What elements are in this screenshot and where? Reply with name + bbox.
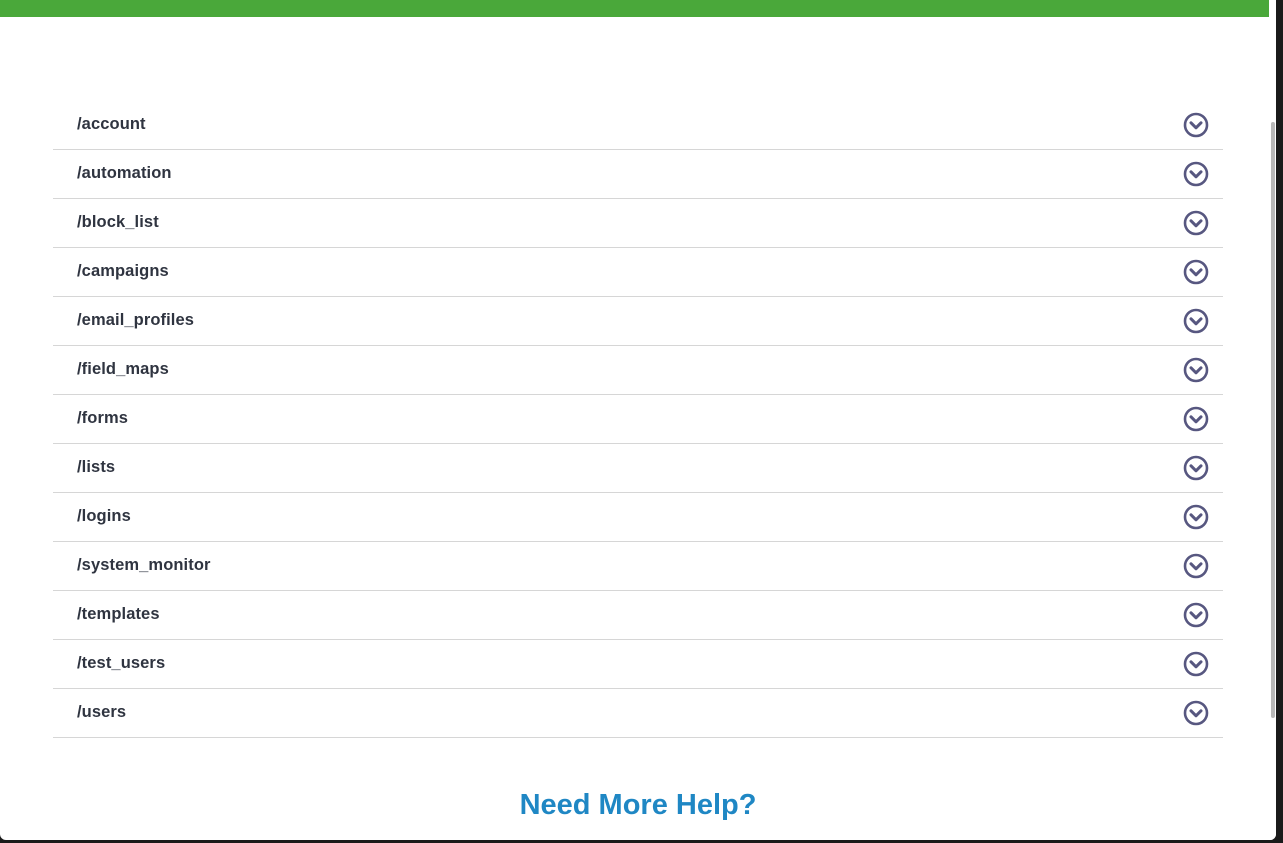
endpoint-label: /forms: [77, 409, 129, 427]
endpoint-label: /templates: [77, 605, 160, 623]
endpoint-row-system-monitor[interactable]: /system_monitor: [53, 542, 1223, 591]
endpoint-row-campaigns[interactable]: /campaigns: [53, 248, 1223, 297]
chevron-down-circle-icon[interactable]: [1183, 112, 1209, 138]
endpoint-label: /automation: [77, 164, 172, 182]
endpoint-label: /system_monitor: [77, 556, 211, 574]
endpoint-row-forms[interactable]: /forms: [53, 395, 1223, 444]
chevron-down-circle-icon[interactable]: [1183, 700, 1209, 726]
endpoint-row-users[interactable]: /users: [53, 689, 1223, 738]
endpoint-row-block-list[interactable]: /block_list: [53, 199, 1223, 248]
endpoint-row-account[interactable]: /account: [53, 101, 1223, 150]
endpoint-label: /field_maps: [77, 360, 169, 378]
endpoint-row-email-profiles[interactable]: /email_profiles: [53, 297, 1223, 346]
endpoint-label: /account: [77, 115, 146, 133]
endpoint-label: /logins: [77, 507, 131, 525]
endpoint-row-automation[interactable]: /automation: [53, 150, 1223, 199]
endpoint-accordion-list: /account /automation /block_list /campai…: [53, 101, 1223, 738]
page-frame: /account /automation /block_list /campai…: [0, 0, 1276, 840]
chevron-down-circle-icon[interactable]: [1183, 504, 1209, 530]
chevron-down-circle-icon[interactable]: [1183, 406, 1209, 432]
endpoint-label: /users: [77, 703, 127, 721]
endpoint-label: /campaigns: [77, 262, 169, 280]
endpoint-label: /email_profiles: [77, 311, 195, 329]
endpoint-row-field-maps[interactable]: /field_maps: [53, 346, 1223, 395]
endpoint-row-templates[interactable]: /templates: [53, 591, 1223, 640]
endpoint-label: /lists: [77, 458, 116, 476]
header-bar: [0, 0, 1276, 17]
chevron-down-circle-icon[interactable]: [1183, 308, 1209, 334]
chevron-down-circle-icon[interactable]: [1183, 161, 1209, 187]
need-more-help-heading: Need More Help?: [519, 789, 757, 821]
endpoint-label: /block_list: [77, 213, 159, 231]
endpoint-label: /test_users: [77, 654, 166, 672]
scrollbar-thumb[interactable]: [1271, 122, 1275, 718]
chevron-down-circle-icon[interactable]: [1183, 455, 1209, 481]
endpoint-row-test-users[interactable]: /test_users: [53, 640, 1223, 689]
endpoint-row-lists[interactable]: /lists: [53, 444, 1223, 493]
chevron-down-circle-icon[interactable]: [1183, 553, 1209, 579]
chevron-down-circle-icon[interactable]: [1183, 651, 1209, 677]
chevron-down-circle-icon[interactable]: [1183, 210, 1209, 236]
chevron-down-circle-icon[interactable]: [1183, 602, 1209, 628]
endpoint-row-logins[interactable]: /logins: [53, 493, 1223, 542]
chevron-down-circle-icon[interactable]: [1183, 357, 1209, 383]
scrollbar-track[interactable]: [1269, 0, 1276, 840]
chevron-down-circle-icon[interactable]: [1183, 259, 1209, 285]
